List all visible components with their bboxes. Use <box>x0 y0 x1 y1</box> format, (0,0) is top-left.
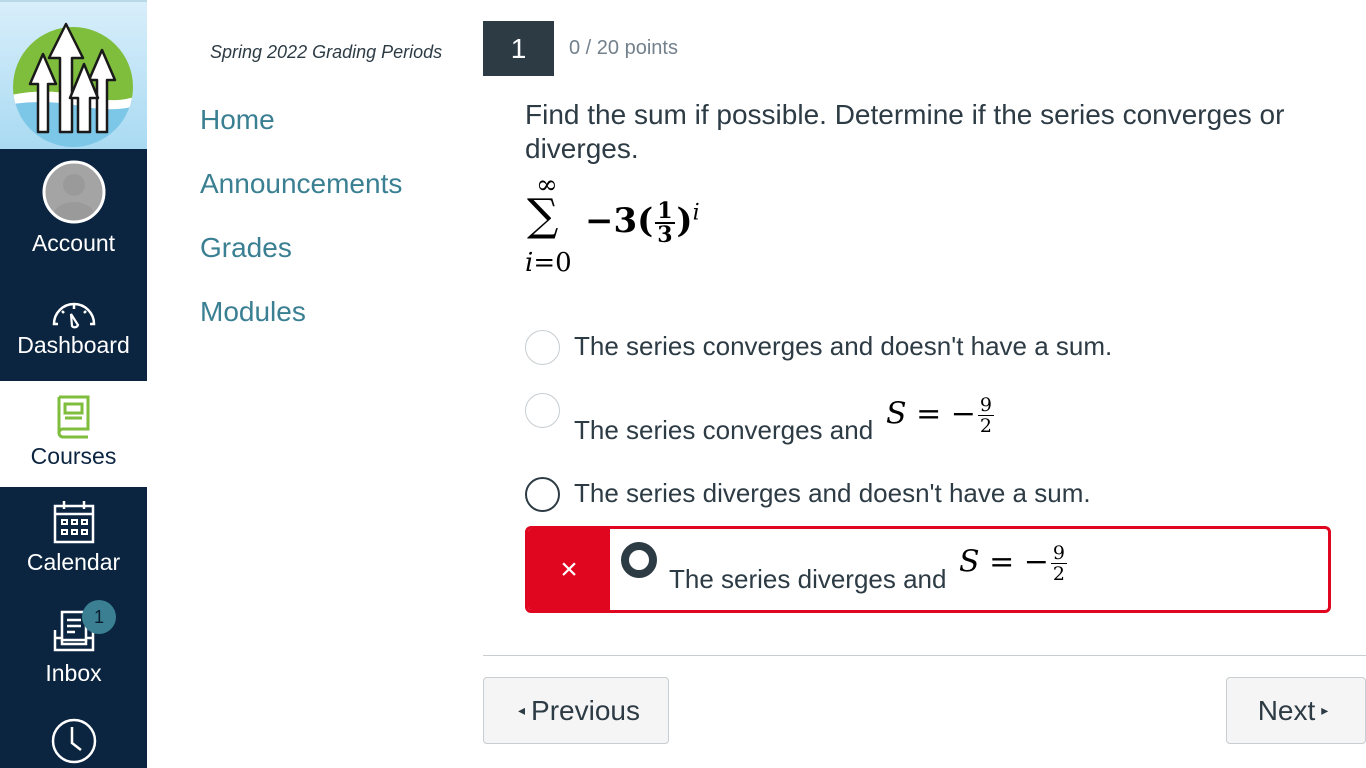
avatar-icon <box>42 160 105 224</box>
series-exponent: i <box>692 200 700 226</box>
answer-3-text: The series diverges and doesn't have a s… <box>574 478 1091 508</box>
series-ratio-fraction: 13 <box>655 198 675 248</box>
next-button[interactable]: Next ▸ <box>1226 677 1366 744</box>
fraction-numerator: 9 <box>1050 542 1068 564</box>
math-lhs: S <box>959 544 980 580</box>
answer-option-4-incorrect[interactable]: × The series diverges and S = −9 2 <box>525 526 1331 613</box>
sigma-symbol: ∑ <box>527 190 559 241</box>
book-icon <box>57 395 89 439</box>
incorrect-answer-flag: × <box>528 529 610 610</box>
answer-4-text: The series diverges and <box>669 564 947 594</box>
fraction-denominator: 2 <box>979 415 993 437</box>
answer-4-math: S = −9 2 <box>959 543 1069 584</box>
question-points: 0 / 20 points <box>569 37 678 59</box>
course-link-home[interactable]: Home <box>200 104 275 136</box>
math-fraction: 92 <box>977 394 995 437</box>
fraction-denominator: 2 <box>1052 563 1066 585</box>
fraction-denominator: 3 <box>657 222 673 248</box>
math-fraction: 92 <box>1050 542 1068 585</box>
fraction-numerator: 1 <box>655 198 675 224</box>
nav-dashboard-label: Dashboard <box>17 332 130 358</box>
nav-account[interactable]: Account <box>0 149 147 275</box>
answer-1-text: The series converges and doesn't have a … <box>574 331 1113 361</box>
nav-courses-label: Courses <box>30 443 117 469</box>
series-lower-limit: i=0 <box>525 248 572 278</box>
footer-divider <box>483 655 1366 656</box>
answer-3-radio[interactable] <box>525 477 560 512</box>
nav-courses[interactable]: Courses <box>0 381 147 487</box>
course-link-modules[interactable]: Modules <box>200 296 306 328</box>
caret-left-icon: ◂ <box>518 702 526 718</box>
fraction-numerator: 9 <box>977 394 995 416</box>
series-index-start: =0 <box>533 248 572 278</box>
series-formula: ∞ ∑ i=0 −3(1 3)i <box>525 170 745 280</box>
previous-button[interactable]: ◂ Previous <box>483 677 669 744</box>
course-link-announcements[interactable]: Announcements <box>200 168 402 200</box>
math-equals: = − <box>979 544 1049 580</box>
nav-inbox-label: Inbox <box>45 660 102 686</box>
question-text: Find the sum if possible. Determine if t… <box>525 99 1285 164</box>
math-lhs: S <box>886 396 907 432</box>
nav-calendar-label: Calendar <box>26 549 121 575</box>
series-close-paren: ) <box>676 201 693 241</box>
nav-account-label: Account <box>31 230 116 256</box>
nav-dashboard[interactable]: Dashboard <box>0 282 147 381</box>
nav-inbox[interactable]: 1 Inbox <box>0 594 147 704</box>
answer-1-radio[interactable] <box>525 330 560 365</box>
nav-calendar[interactable]: Calendar <box>0 487 147 594</box>
clock-icon <box>51 718 96 764</box>
school-logo[interactable] <box>0 0 147 149</box>
math-equals: = − <box>906 396 976 432</box>
answer-2-math: S = −9 2 <box>886 395 996 436</box>
question-number: 1 <box>483 21 554 76</box>
inbox-unread-badge: 1 <box>82 600 116 634</box>
series-term: −3(1 3)i <box>585 200 700 246</box>
previous-label: Previous <box>531 694 640 726</box>
grading-periods-label: Spring 2022 Grading Periods <box>210 42 443 62</box>
series-coefficient: −3( <box>585 201 654 241</box>
calendar-icon <box>53 501 94 544</box>
close-x-icon: × <box>560 553 578 586</box>
next-label: Next <box>1257 694 1316 726</box>
nav-history[interactable] <box>0 704 147 768</box>
speedometer-icon <box>52 302 95 329</box>
caret-right-icon: ▸ <box>1321 702 1329 718</box>
global-navigation: Account Dashboard Courses Calendar 1 Inb… <box>0 0 147 768</box>
course-link-grades[interactable]: Grades <box>200 232 292 264</box>
answer-4-radio-selected[interactable] <box>621 542 657 578</box>
answer-option-1[interactable]: The series converges and doesn't have a … <box>525 330 1285 370</box>
answer-2-radio[interactable] <box>525 393 560 428</box>
answer-option-3[interactable]: The series diverges and doesn't have a s… <box>525 477 1285 517</box>
answer-option-2[interactable]: The series converges and S = −9 2 <box>525 393 1285 453</box>
logo-trees-icon <box>13 22 133 147</box>
answer-2-text: The series converges and <box>574 415 874 445</box>
